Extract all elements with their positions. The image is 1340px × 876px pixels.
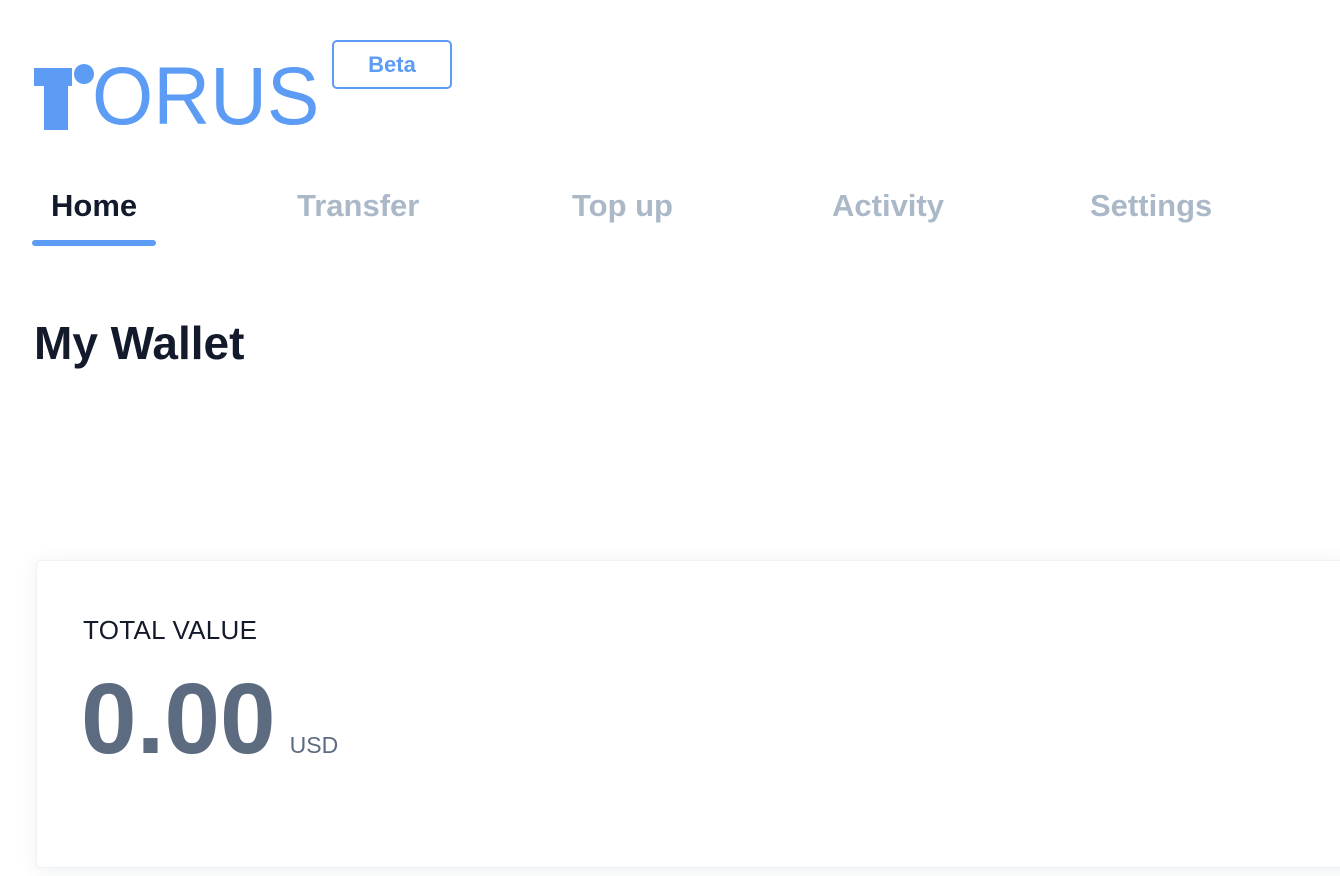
torus-logo[interactable]: ORUS [34,51,329,142]
tab-home[interactable]: Home [51,188,137,224]
torus-t-logo-icon [34,64,94,130]
page: ORUS Beta Home Transfer Top up Activity … [0,0,1340,876]
logo-wordmark: ORUS [92,51,320,142]
main-nav: Home Transfer Top up Activity Settings [0,180,1340,250]
page-title: My Wallet [34,317,245,369]
active-tab-indicator [32,240,156,246]
total-value-label: TOTAL VALUE [83,615,258,645]
total-value-card: TOTAL VALUE 0.00 USD [36,560,1340,868]
currency-label: USD [289,732,339,758]
tab-activity[interactable]: Activity [832,188,944,224]
tab-transfer[interactable]: Transfer [297,188,419,224]
tab-settings[interactable]: Settings [1090,188,1212,224]
tab-top-up[interactable]: Top up [572,188,673,224]
beta-badge: Beta [332,40,452,89]
total-value-amount: 0.00 [81,663,276,775]
total-value-row: 0.00 USD [81,669,338,769]
